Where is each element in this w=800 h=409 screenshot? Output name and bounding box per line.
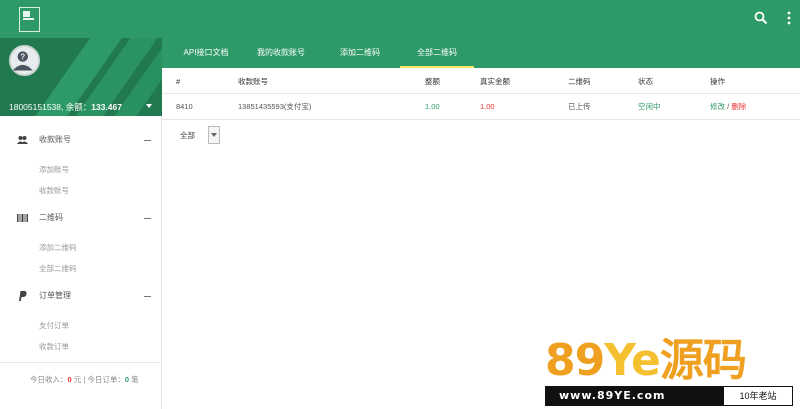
menu-item-add-qrcode[interactable]: 添加二维码 [0,237,161,258]
tab-my-accounts[interactable]: 我的收款账号 [248,38,314,68]
orders-label: 今日订单： [87,375,125,384]
paypal-icon [19,291,27,301]
cell-qrcode: 已上传 [568,102,591,111]
table-row: 8410 13851435593(支付宝) 1.00 1.00 已上传 空闲中 … [162,94,800,120]
balance-value: 133.467 [91,102,122,112]
cell-real-amount: 1.00 [480,102,495,111]
chevron-down-icon[interactable] [146,104,152,108]
tab-api-docs[interactable]: API接口文档 [170,38,242,68]
edit-link[interactable]: 修改 [710,102,725,111]
watermark-tag: 10年老站 [723,386,793,406]
action-separator: / [727,102,730,111]
cell-actions: 修改 / 删除 [710,94,746,120]
tab-add-qrcode[interactable]: 添加二维码 [332,38,388,68]
collapse-icon[interactable] [144,140,151,141]
watermark-url: www.89YE.com [559,389,666,402]
col-actions: 操作 [710,77,725,86]
watermark-bar: www.89YE.com 10年老站 [545,386,793,406]
menu-head-label: 订单管理 [39,291,71,300]
col-qrcode: 二维码 [568,77,591,86]
cell-status: 空闲中 [638,102,661,111]
delete-link[interactable]: 删除 [731,102,746,111]
svg-text:?: ? [20,53,25,62]
watermark-title: 89Ye源码 [545,335,747,386]
menu-head-qrcode[interactable]: 二维码 [0,209,161,227]
stats-separator: | [83,375,86,384]
filter-label: 全部 [180,131,195,140]
menu-item-accounts[interactable]: 收款账号 [0,180,161,201]
user-silhouette-icon: ? [12,51,33,71]
menu-item-all-qrcode[interactable]: 全部二维码 [0,258,161,279]
barcode-icon [17,214,28,222]
orders-value: 0 [124,375,130,384]
cell-account: 13851435593(支付宝) [238,102,312,111]
filter-select[interactable] [208,126,220,144]
watermark-logo: 89Ye源码 www.89YE.com 10年老站 [545,336,793,406]
menu-head-label: 二维码 [39,213,63,222]
menu-head-orders[interactable]: 订单管理 [0,287,161,305]
income-value: 0 [67,375,72,384]
table-header: # 收款账号 整额 真实金额 二维码 状态 操作 [162,68,800,94]
col-status: 状态 [638,77,653,86]
menu-item-receive-orders[interactable]: 收款订单 [0,336,161,357]
menu-item-pay-orders[interactable]: 支付订单 [0,315,161,336]
income-unit: 元 [73,375,82,384]
qrcode-table: # 收款账号 整额 真实金额 二维码 状态 操作 8410 1385143559… [162,68,800,120]
menu-head-label: 收款账号 [39,135,71,144]
menu-section-qrcode: 二维码 添加二维码 全部二维码 [0,209,161,279]
menu-head-accounts[interactable]: 收款账号 [0,131,161,149]
col-amount: 整额 [425,77,440,86]
search-icon[interactable] [754,11,768,25]
today-stats: 今日收入：0 元 | 今日订单：0 笔 [30,374,139,385]
sidebar-divider [0,362,161,363]
menu-item-add-account[interactable]: 添加账号 [0,159,161,180]
users-icon [17,136,28,144]
balance-label: 余额： [65,102,92,112]
avatar[interactable]: ? [9,45,40,76]
user-account: 18005151538 [9,102,62,112]
cell-amount: 1.00 [425,102,440,111]
collapse-icon[interactable] [144,296,151,297]
orders-unit: 笔 [131,375,139,384]
tab-all-qrcode[interactable]: 全部二维码 [400,38,474,68]
more-icon[interactable] [786,10,792,26]
sidebar: ? 18005151538, 余额：133.467 收款账号 添加账号 收款账号 [0,38,162,409]
col-real-amount: 真实金额 [480,77,510,86]
logo-icon[interactable] [19,7,40,32]
profile-panel: ? 18005151538, 余额：133.467 [0,38,162,116]
col-id: # [176,77,181,86]
tab-bar: API接口文档 我的收款账号 添加二维码 全部二维码 [162,38,800,68]
cell-id: 8410 [176,102,193,111]
menu-section-accounts: 收款账号 添加账号 收款账号 [0,131,161,201]
menu-section-orders: 订单管理 支付订单 收款订单 [0,287,161,357]
income-label: 今日收入： [30,375,68,384]
top-bar [0,0,800,38]
collapse-icon[interactable] [144,218,151,219]
col-account: 收款账号 [238,77,268,86]
user-info[interactable]: 18005151538, 余额：133.467 [9,101,122,113]
